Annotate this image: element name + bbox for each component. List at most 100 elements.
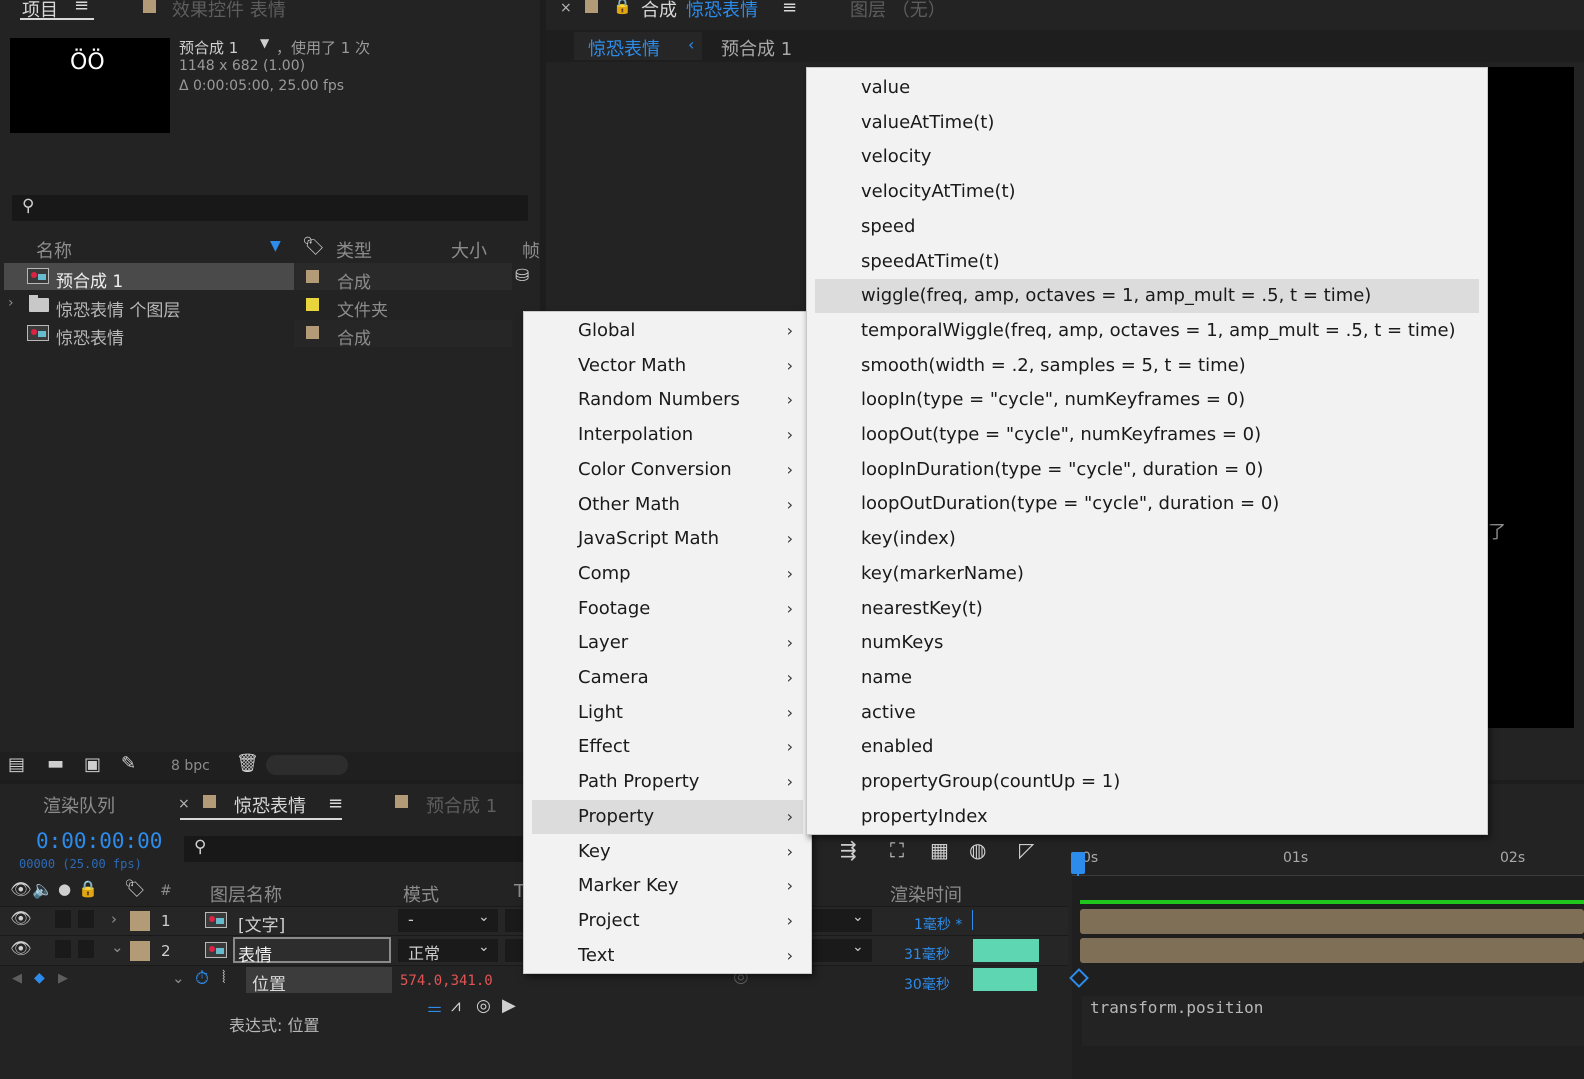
layer-bar[interactable] [1080, 938, 1584, 963]
lock-switch[interactable] [78, 940, 94, 958]
submenu-item[interactable]: valueAtTime(t) [807, 106, 1487, 140]
effects-tab-label[interactable]: 效果控件 表情 [172, 0, 286, 22]
motion-blur-icon[interactable]: ▦ [930, 838, 949, 862]
parent-select[interactable]: ⌄ [812, 909, 872, 932]
time-ruler[interactable]: 0s 01s 02s [1072, 846, 1584, 876]
stopwatch-icon[interactable]: ⏱ [195, 968, 209, 989]
submenu-item[interactable]: value [807, 71, 1487, 105]
submenu-item[interactable]: name [807, 661, 1487, 695]
submenu-item[interactable]: numKeys [807, 626, 1487, 660]
lock-icon[interactable]: 🔒 [613, 0, 632, 15]
chevron-down-icon[interactable]: ▼ [260, 36, 269, 50]
close-tab-icon[interactable]: × [560, 0, 572, 16]
frame-blend-icon[interactable]: ⛶ [890, 838, 904, 862]
submenu-item[interactable]: velocityAtTime(t) [807, 175, 1487, 209]
project-tab[interactable]: 项目 ≡ [20, 0, 100, 24]
submenu-item[interactable]: speedAtTime(t) [807, 245, 1487, 279]
menu-item[interactable]: JavaScript Math › [524, 522, 811, 556]
trash-icon[interactable]: 🗑 [236, 753, 259, 774]
submenu-item[interactable]: temporalWiggle(freq, amp, octaves = 1, a… [807, 314, 1487, 348]
menu-item[interactable]: Path Property › [524, 765, 811, 799]
menu-item[interactable]: Layer › [524, 626, 811, 660]
timecode[interactable]: 0:00:00:00 [36, 829, 162, 853]
label-swatch[interactable] [306, 298, 319, 311]
timeline-precomp-tab[interactable]: 预合成 1 [426, 792, 497, 818]
menu-item[interactable]: Text › [524, 939, 811, 973]
expand-arrow-icon[interactable]: › [111, 910, 117, 928]
menu-item[interactable]: Global › [524, 314, 811, 348]
expression-enable-icon[interactable]: ＝ [426, 996, 443, 1021]
property-value[interactable]: 574.0,341.0 [400, 973, 493, 989]
submenu-item[interactable]: active [807, 696, 1487, 730]
submenu-item[interactable]: key(markerName) [807, 557, 1487, 591]
flowchart-icon[interactable]: ⛁ [515, 266, 529, 286]
trkmat-select[interactable] [505, 909, 523, 932]
layer-name[interactable]: [文字] [238, 911, 285, 936]
breadcrumb-other[interactable]: 预合成 1 [721, 35, 792, 61]
draft3d-icon[interactable]: ◸ [1019, 838, 1034, 862]
menu-item[interactable]: Camera › [524, 661, 811, 695]
new-composition-icon[interactable]: ▣ [84, 754, 101, 775]
parent-select[interactable]: ⌄ [812, 939, 872, 962]
collapse-arrow-icon[interactable]: ⌄ [172, 969, 185, 987]
expression-menu-icon[interactable]: ▶ [502, 995, 516, 1016]
submenu-item[interactable]: loopOut(type = "cycle", numKeyframes = 0… [807, 418, 1487, 452]
label-swatch[interactable] [306, 270, 319, 283]
submenu-item[interactable]: propertyGroup(countUp = 1) [807, 765, 1487, 799]
submenu-item[interactable]: nearestKey(t) [807, 592, 1487, 626]
project-scrollbar[interactable] [266, 755, 348, 775]
lock-icon[interactable]: 🔒 [78, 879, 98, 898]
submenu-item[interactable]: wiggle(freq, amp, octaves = 1, amp_mult … [815, 279, 1479, 314]
menu-item[interactable]: Footage › [524, 592, 811, 626]
mode-select[interactable]: - ⌄ [398, 909, 498, 932]
menu-item[interactable]: Key › [524, 835, 811, 869]
speaker-icon[interactable]: 🔈 [32, 880, 53, 900]
feather-icon[interactable]: ✎ [121, 753, 136, 774]
menu-item[interactable]: Interpolation › [524, 418, 811, 452]
submenu-item[interactable]: propertyIndex [807, 800, 1487, 834]
col-name[interactable]: 名称 [36, 237, 72, 263]
project-search-input[interactable]: ⚲ [12, 195, 528, 221]
expand-arrow-icon[interactable]: › [8, 295, 14, 311]
layer-tab-label[interactable]: 图层 （无） [850, 0, 946, 22]
col-type[interactable]: 类型 [336, 237, 372, 263]
label-swatch[interactable] [306, 326, 319, 339]
eye-icon[interactable]: 👁 [10, 909, 32, 929]
col-render-time[interactable]: 渲染时间 [890, 881, 962, 907]
menu-item[interactable]: Effect › [524, 730, 811, 764]
mode-select[interactable]: 正常 ⌄ [398, 939, 498, 963]
graph-editor-icon[interactable]: ◍ [969, 838, 986, 862]
audio-switch[interactable] [55, 910, 71, 928]
pick-whip-icon[interactable]: ◎ [476, 996, 491, 1016]
eye-icon[interactable]: 👁 [10, 880, 32, 900]
comp-tab-name[interactable]: 惊恐表情 [686, 0, 758, 22]
submenu-item[interactable]: enabled [807, 730, 1487, 764]
tab-menu-icon[interactable]: ≡ [74, 0, 89, 16]
lock-switch[interactable] [78, 910, 94, 928]
menu-item[interactable]: Comp › [524, 557, 811, 591]
submenu-item[interactable]: smooth(width = .2, samples = 5, t = time… [807, 349, 1487, 383]
next-keyframe-icon[interactable]: ▶ [58, 971, 68, 986]
playhead[interactable] [1071, 852, 1085, 874]
eye-icon[interactable]: 👁 [10, 939, 32, 959]
bpc-label[interactable]: 8 bpc [171, 758, 210, 774]
menu-item[interactable]: Color Conversion › [524, 453, 811, 487]
close-tab-icon[interactable]: × [178, 796, 190, 812]
submenu-item[interactable]: key(index) [807, 522, 1487, 556]
menu-item[interactable]: Vector Math › [524, 349, 811, 383]
menu-item[interactable]: Property › [532, 799, 803, 834]
submenu-item[interactable]: loopOutDuration(type = "cycle", duration… [807, 487, 1487, 521]
menu-item[interactable]: Light › [524, 696, 811, 730]
layer-name-field[interactable]: 表情 [233, 937, 391, 966]
shy-layers-icon[interactable]: ⇶ [840, 838, 857, 862]
submenu-item[interactable]: loopInDuration(type = "cycle", duration … [807, 453, 1487, 487]
submenu-item[interactable]: velocity [807, 140, 1487, 174]
prev-keyframe-icon[interactable]: ◀ [12, 971, 22, 986]
col-layer-name[interactable]: 图层名称 [210, 881, 282, 907]
col-frame[interactable]: 帧 [522, 237, 540, 263]
breadcrumb-active[interactable]: 惊恐表情 ‹ [574, 32, 702, 60]
menu-item[interactable]: Project › [524, 904, 811, 938]
timeline-comp-tab[interactable]: 惊恐表情 [234, 792, 306, 818]
layer-bar[interactable] [1080, 909, 1584, 934]
col-size[interactable]: 大小 [451, 237, 487, 263]
